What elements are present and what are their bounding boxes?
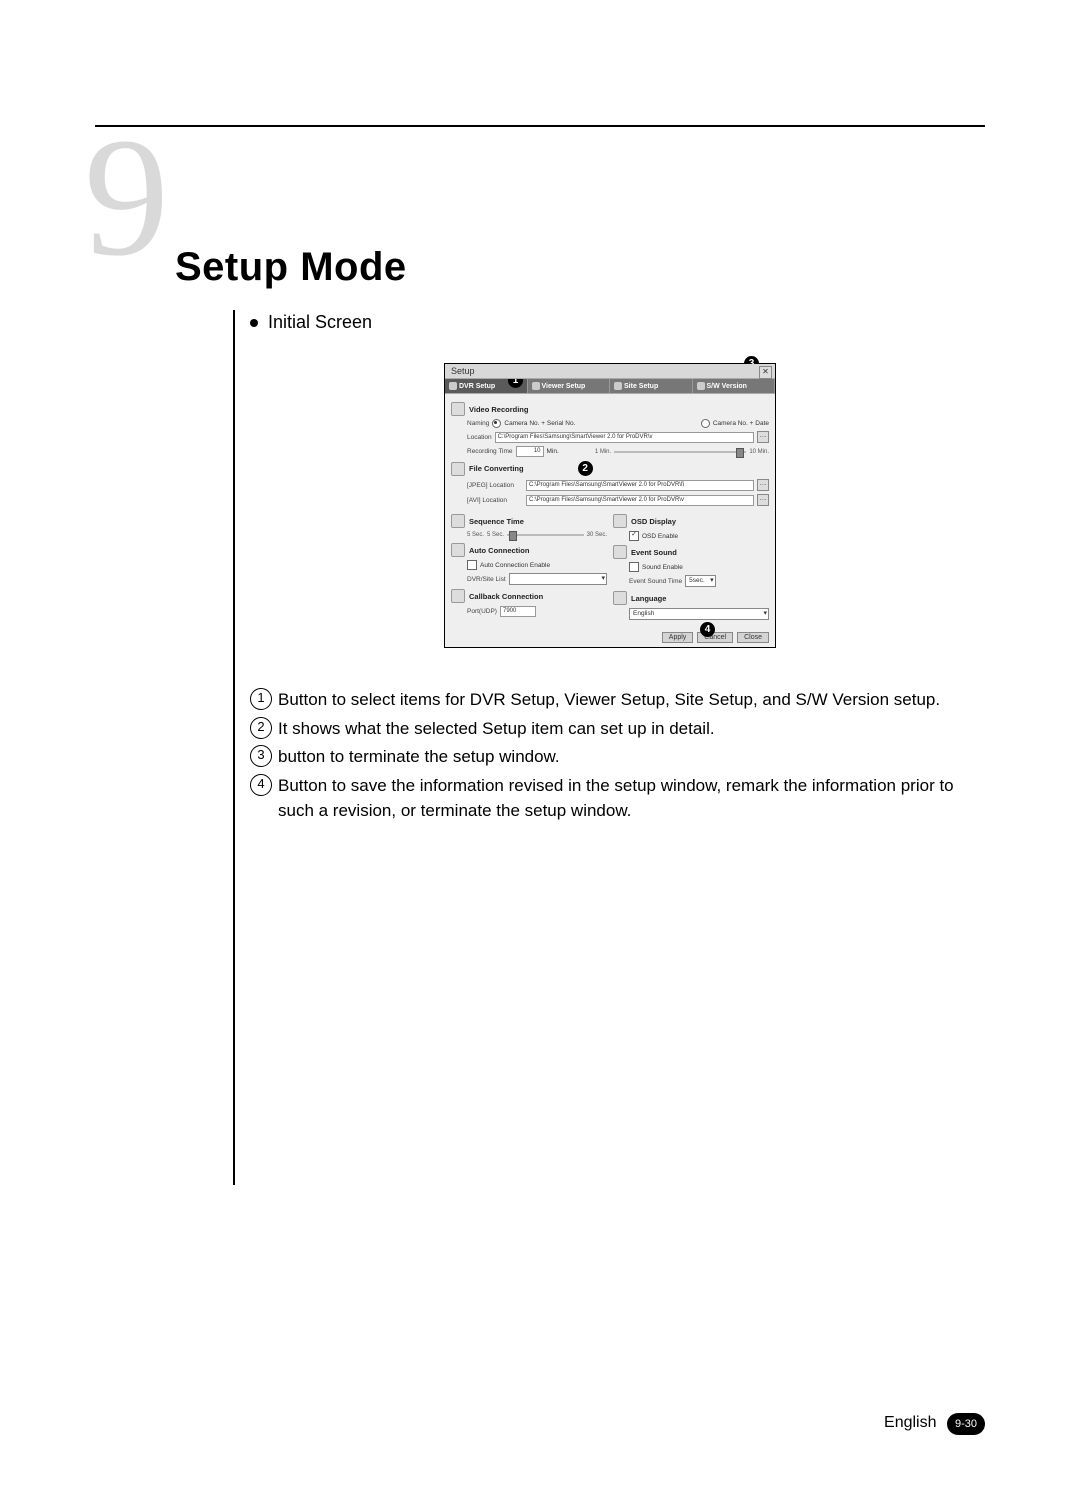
jpeg-label: [JPEG] Location bbox=[467, 482, 523, 489]
desc-text: button to terminate the setup window. bbox=[278, 745, 560, 770]
tab-icon bbox=[532, 382, 540, 390]
rec-time-slider[interactable]: 1 Min. 10 Min. bbox=[595, 448, 769, 456]
rec-time-label: Recording Time bbox=[467, 448, 513, 455]
chapter-title: Setup Mode bbox=[175, 245, 407, 290]
setup-screenshot: 1 3 Setup ✕ DVR Setup Viewer Setup Site … bbox=[444, 363, 776, 648]
globe-icon bbox=[613, 591, 627, 605]
desc-num: 3 bbox=[250, 745, 272, 767]
port-input[interactable]: 7900 bbox=[500, 606, 536, 617]
apply-button[interactable]: Apply bbox=[662, 632, 694, 643]
desc-num: 2 bbox=[250, 717, 272, 739]
desc-item: 4 Button to save the information revised… bbox=[250, 774, 970, 823]
tab-icon bbox=[449, 382, 457, 390]
section-language: Language bbox=[613, 591, 769, 605]
tab-site-setup[interactable]: Site Setup bbox=[610, 379, 693, 393]
tab-sw-version[interactable]: S/W Version bbox=[693, 379, 776, 393]
clock-icon bbox=[451, 514, 465, 528]
sound-enable-label: Sound Enable bbox=[642, 564, 683, 571]
naming-label: Naming bbox=[467, 420, 489, 427]
callout-descriptions: 1 Button to select items for DVR Setup, … bbox=[250, 688, 970, 823]
osd-enable-checkbox[interactable] bbox=[629, 531, 639, 541]
rec-time-unit: Min. bbox=[547, 448, 559, 455]
section-title: Initial Screen bbox=[268, 312, 372, 333]
auto-connection-checkbox[interactable] bbox=[467, 560, 477, 570]
avi-location-input[interactable]: C:\Program Files\Samsung\SmartViewer 2.0… bbox=[526, 495, 754, 506]
section-file-converting: File Converting 2 bbox=[451, 461, 769, 476]
file-icon bbox=[451, 462, 465, 476]
sequence-time-slider[interactable]: 5 Sec. 5 Sec. 30 Sec. bbox=[467, 531, 607, 539]
location-input[interactable]: C:\Program Files\Samsung\SmartViewer 2.0… bbox=[495, 432, 754, 443]
avi-label: [AVI] Location bbox=[467, 497, 523, 504]
page-footer: English 9-30 bbox=[0, 1413, 1080, 1435]
radio-date[interactable] bbox=[701, 419, 710, 428]
setup-tabs: DVR Setup Viewer Setup Site Setup S/W Ve… bbox=[445, 379, 775, 394]
dvr-site-list-label: DVR/Site List bbox=[467, 576, 506, 583]
desc-num: 4 bbox=[250, 774, 272, 796]
browse-button[interactable]: … bbox=[757, 431, 769, 443]
section-osd-display: OSD Display bbox=[613, 514, 769, 528]
location-label: Location bbox=[467, 434, 492, 441]
camera-icon bbox=[451, 402, 465, 416]
page-number-badge: 9-30 bbox=[947, 1413, 985, 1435]
radio-serial[interactable] bbox=[492, 419, 501, 428]
top-rule bbox=[95, 125, 985, 127]
tab-viewer-setup[interactable]: Viewer Setup bbox=[528, 379, 611, 393]
content-column: Initial Screen 1 3 Setup ✕ DVR Setup Vie… bbox=[250, 312, 970, 823]
port-label: Port(UDP) bbox=[467, 608, 497, 615]
sound-enable-checkbox[interactable] bbox=[629, 562, 639, 572]
tab-icon bbox=[614, 382, 622, 390]
auto-connection-label: Auto Connection Enable bbox=[480, 562, 550, 569]
window-title: Setup bbox=[451, 366, 475, 376]
bullet-icon bbox=[250, 319, 258, 327]
callback-icon bbox=[451, 589, 465, 603]
display-icon bbox=[613, 514, 627, 528]
naming-opt1: Camera No. + Serial No. bbox=[504, 420, 575, 427]
browse-button[interactable]: … bbox=[757, 479, 769, 491]
section-video-recording: Video Recording bbox=[451, 402, 769, 416]
naming-opt2: Camera No. + Date bbox=[713, 420, 769, 427]
chapter-header: 9 Setup Mode bbox=[90, 140, 990, 290]
manual-page: 9 Setup Mode Initial Screen 1 3 Setup ✕ … bbox=[0, 0, 1080, 1490]
callout-2: 2 bbox=[578, 461, 593, 476]
rec-time-input[interactable]: 10 bbox=[516, 446, 544, 457]
bell-icon bbox=[613, 545, 627, 559]
section-callback: Callback Connection bbox=[451, 589, 607, 603]
footer-language: English bbox=[884, 1414, 936, 1431]
desc-text: Button to select items for DVR Setup, Vi… bbox=[278, 688, 940, 713]
info-icon bbox=[697, 382, 705, 390]
osd-enable-label: OSD Enable bbox=[642, 533, 678, 540]
close-button[interactable]: Close bbox=[737, 632, 769, 643]
jpeg-location-input[interactable]: C:\Program Files\Samsung\SmartViewer 2.0… bbox=[526, 480, 754, 491]
link-icon bbox=[451, 543, 465, 557]
dialog-buttons: Apply Cancel Close bbox=[445, 628, 775, 647]
desc-item: 3 button to terminate the setup window. bbox=[250, 745, 970, 770]
vertical-rule bbox=[233, 310, 235, 1185]
desc-item: 2 It shows what the selected Setup item … bbox=[250, 717, 970, 742]
event-sound-time-label: Event Sound Time bbox=[629, 578, 682, 585]
dvr-site-list-select[interactable] bbox=[509, 573, 607, 585]
desc-text: Button to save the information revised i… bbox=[278, 774, 970, 823]
event-sound-time-select[interactable]: 5sec. bbox=[685, 575, 716, 587]
callout-4: 4 bbox=[700, 622, 715, 637]
setup-body: Video Recording Naming Camera No. + Seri… bbox=[445, 394, 775, 628]
desc-num: 1 bbox=[250, 688, 272, 710]
section-bullet: Initial Screen bbox=[250, 312, 970, 333]
window-titlebar: Setup ✕ bbox=[445, 364, 775, 379]
desc-item: 1 Button to select items for DVR Setup, … bbox=[250, 688, 970, 713]
section-auto-connection: Auto Connection bbox=[451, 543, 607, 557]
chapter-number: 9 bbox=[84, 112, 169, 282]
close-icon[interactable]: ✕ bbox=[759, 366, 772, 379]
language-select[interactable]: English bbox=[629, 608, 769, 620]
browse-button[interactable]: … bbox=[757, 494, 769, 506]
section-sequence-time: Sequence Time bbox=[451, 514, 607, 528]
section-event-sound: Event Sound bbox=[613, 545, 769, 559]
desc-text: It shows what the selected Setup item ca… bbox=[278, 717, 715, 742]
